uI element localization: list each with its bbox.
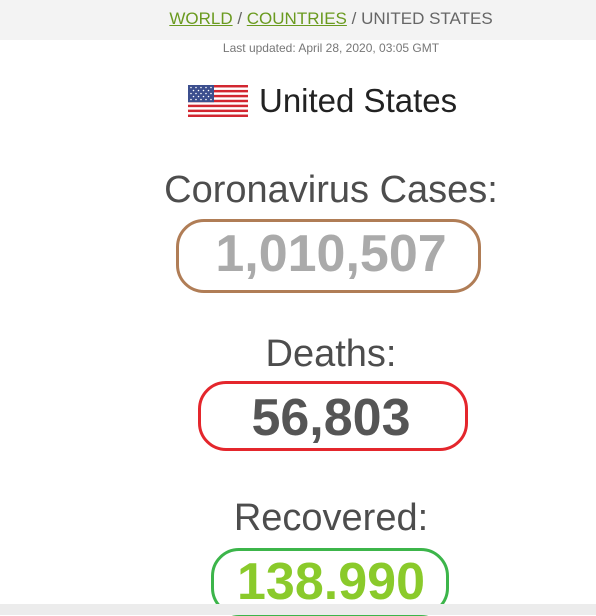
- breadcrumb-link-countries[interactable]: COUNTRIES: [247, 9, 347, 28]
- breadcrumb-separator: /: [346, 9, 362, 28]
- last-updated-text: Last updated: April 28, 2020, 03:05 GMT: [222, 41, 440, 55]
- breadcrumb: WORLD / COUNTRIES / UNITED STATES: [0, 9, 596, 29]
- bottom-bar: [0, 604, 596, 615]
- deaths-highlight-ring: [198, 381, 468, 451]
- country-header: United States: [188, 80, 457, 122]
- breadcrumb-link-world[interactable]: WORLD: [169, 9, 232, 28]
- breadcrumb-current: UNITED STATES: [361, 9, 493, 28]
- us-flag-icon: [188, 85, 248, 117]
- recovered-label: Recovered:: [233, 497, 429, 539]
- cases-label: Coronavirus Cases:: [164, 169, 498, 211]
- country-name: United States: [259, 82, 458, 119]
- breadcrumb-separator: /: [232, 9, 247, 28]
- deaths-label: Deaths:: [265, 333, 397, 375]
- cases-highlight-ring: [176, 219, 481, 293]
